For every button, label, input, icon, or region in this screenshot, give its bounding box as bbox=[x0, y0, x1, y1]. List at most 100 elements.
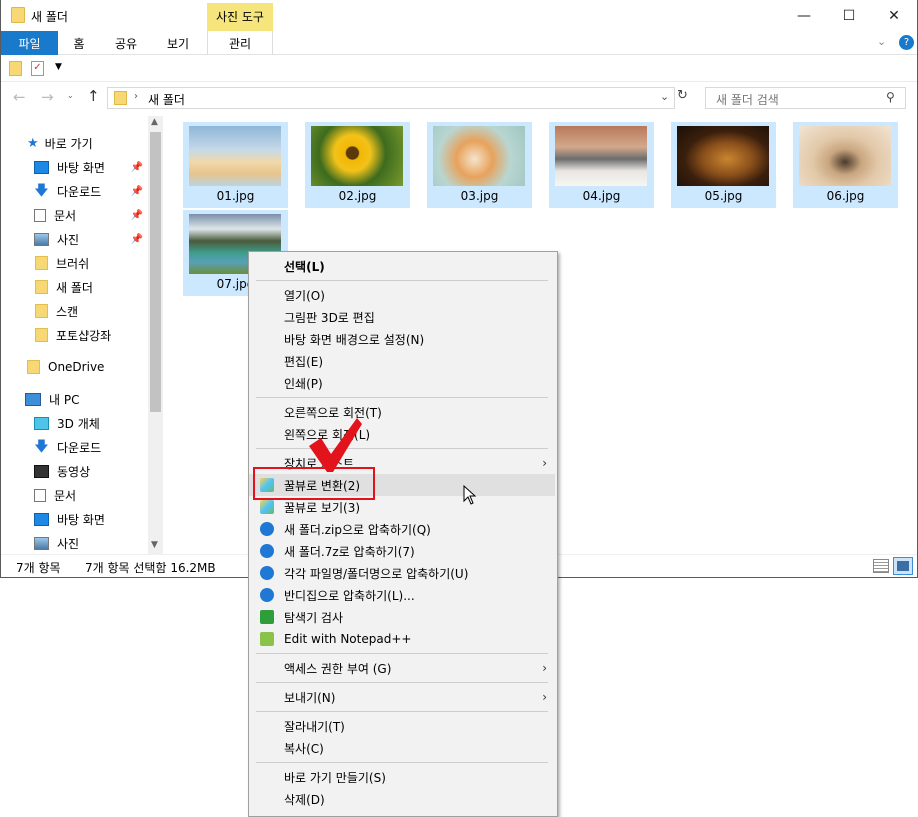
menu-item-label: 각각 파일명/폴더명으로 압축하기(U) bbox=[284, 566, 469, 581]
nav-item-label: 문서 bbox=[54, 488, 77, 503]
menu-item[interactable]: 복사(C) bbox=[249, 737, 557, 759]
menu-item[interactable]: 보내기(N) › bbox=[249, 686, 557, 708]
file-item[interactable]: 05.jpg bbox=[671, 122, 776, 208]
tab-home[interactable]: 홈 bbox=[60, 31, 98, 55]
menu-item[interactable]: 잘라내기(T) bbox=[249, 715, 557, 737]
nav-onedrive[interactable]: OneDrive bbox=[1, 355, 147, 379]
menu-separator bbox=[256, 762, 548, 763]
download-icon: 🡇 bbox=[34, 182, 49, 199]
customize-toolbar-icon[interactable]: ▼ bbox=[55, 62, 62, 72]
search-box[interactable]: 새 폴더 검색 ⚲ bbox=[705, 87, 906, 109]
address-dropdown-icon[interactable]: ⌄ bbox=[660, 90, 669, 103]
nav-item-videos[interactable]: 동영상 bbox=[1, 459, 147, 483]
menu-item-label: 복사(C) bbox=[284, 741, 324, 756]
menu-item-label: 삭제(D) bbox=[284, 792, 325, 807]
ribbon-expand-icon[interactable]: ⌄ bbox=[877, 35, 886, 48]
menu-separator bbox=[256, 448, 548, 449]
nav-item-pictures[interactable]: 사진 📌 bbox=[1, 227, 147, 251]
bandizip-icon bbox=[260, 544, 274, 558]
menu-item-label: 열기(O) bbox=[284, 288, 325, 303]
minimize-button[interactable]: — bbox=[781, 0, 827, 31]
menu-item[interactable]: 바로 가기 만들기(S) bbox=[249, 766, 557, 788]
file-item[interactable]: 04.jpg bbox=[549, 122, 654, 208]
file-name: 04.jpg bbox=[582, 189, 621, 203]
search-icon[interactable]: ⚲ bbox=[886, 90, 895, 104]
menu-item[interactable]: 새 폴더.zip으로 압축하기(Q) bbox=[249, 518, 557, 540]
file-item[interactable]: 03.jpg bbox=[427, 122, 532, 208]
address-bar[interactable]: › 새 폴더 ⌄ bbox=[107, 87, 675, 109]
nav-item-documents[interactable]: 문서 📌 bbox=[1, 203, 147, 227]
menu-item[interactable]: 이름 바꾸기(M) bbox=[249, 810, 557, 817]
nav-item-pc-pictures[interactable]: 사진 bbox=[1, 531, 147, 555]
menu-item[interactable]: 삭제(D) bbox=[249, 788, 557, 810]
menu-item-label: 그림판 3D로 편집 bbox=[284, 310, 375, 325]
menu-item[interactable]: 오른쪽으로 회전(T) bbox=[249, 401, 557, 423]
navigation-pane: ★ 바로 가기 바탕 화면 📌 🡇 다운로드 📌 문서 📌 사진 📌 브러쉬 새… bbox=[1, 116, 163, 554]
refresh-icon[interactable]: ↻ bbox=[677, 88, 693, 108]
menu-item[interactable]: 열기(O) bbox=[249, 284, 557, 306]
submenu-arrow-icon: › bbox=[542, 661, 547, 675]
quick-access-toolbar: ✓ ▼ bbox=[1, 56, 917, 82]
nav-item-photoshop[interactable]: 포토샵강좌 bbox=[1, 323, 147, 347]
file-item[interactable]: 06.jpg bbox=[793, 122, 898, 208]
title-bar[interactable]: 새 폴더 사진 도구 — ☐ ✕ bbox=[1, 0, 917, 31]
tab-manage[interactable]: 관리 bbox=[207, 31, 273, 55]
menu-item-label: 선택(L) bbox=[284, 259, 325, 274]
menu-item[interactable]: 액세스 권한 부여 (G) › bbox=[249, 657, 557, 679]
nav-item-label: 바탕 화면 bbox=[57, 160, 105, 175]
large-icons-view-icon[interactable] bbox=[893, 557, 913, 575]
tab-view[interactable]: 보기 bbox=[153, 31, 203, 55]
submenu-arrow-icon: › bbox=[542, 690, 547, 704]
nav-item-brush[interactable]: 브러쉬 bbox=[1, 251, 147, 275]
menu-item-label: 새 폴더.7z로 압축하기(7) bbox=[284, 544, 415, 559]
menu-item-label: 바탕 화면 배경으로 설정(N) bbox=[284, 332, 425, 347]
nav-item-pc-downloads[interactable]: 🡇 다운로드 bbox=[1, 435, 147, 459]
nav-item-new-folder[interactable]: 새 폴더 bbox=[1, 275, 147, 299]
nav-this-pc[interactable]: 내 PC bbox=[1, 387, 147, 411]
menu-item[interactable]: Edit with Notepad++ bbox=[249, 628, 557, 650]
menu-item[interactable]: 그림판 3D로 편집 bbox=[249, 306, 557, 328]
help-icon[interactable]: ? bbox=[899, 35, 914, 50]
menu-item[interactable]: 인쇄(P) bbox=[249, 372, 557, 394]
nav-item-label: 사진 bbox=[57, 232, 80, 247]
nav-item-downloads[interactable]: 🡇 다운로드 📌 bbox=[1, 179, 147, 203]
properties-icon[interactable]: ✓ bbox=[31, 61, 44, 76]
close-icon: ✕ bbox=[888, 7, 900, 24]
bandizip-icon bbox=[260, 522, 274, 536]
nav-item-3d-objects[interactable]: 3D 개체 bbox=[1, 411, 147, 435]
breadcrumb-current[interactable]: 새 폴더 bbox=[148, 91, 185, 108]
menu-item[interactable]: 바탕 화면 배경으로 설정(N) bbox=[249, 328, 557, 350]
maximize-button[interactable]: ☐ bbox=[826, 0, 872, 31]
close-button[interactable]: ✕ bbox=[871, 0, 917, 31]
file-item[interactable]: 01.jpg bbox=[183, 122, 288, 208]
nav-item-desktop[interactable]: 바탕 화면 📌 bbox=[1, 155, 147, 179]
nav-item-scan[interactable]: 스캔 bbox=[1, 299, 147, 323]
nav-onedrive-label: OneDrive bbox=[48, 360, 105, 374]
menu-item-label: 반디집으로 압축하기(L)... bbox=[284, 588, 415, 603]
file-item[interactable]: 02.jpg bbox=[305, 122, 410, 208]
menu-item-label: 보내기(N) bbox=[284, 690, 336, 705]
nav-quick-access[interactable]: ★ 바로 가기 bbox=[1, 131, 147, 155]
details-view-icon[interactable] bbox=[873, 559, 889, 573]
menu-item[interactable]: 탐색기 검사 bbox=[249, 606, 557, 628]
up-icon[interactable]: ↑ bbox=[87, 87, 100, 105]
menu-item[interactable]: 각각 파일명/폴더명으로 압축하기(U) bbox=[249, 562, 557, 584]
tab-file[interactable]: 파일 bbox=[1, 31, 58, 55]
menu-item[interactable]: 편집(E) bbox=[249, 350, 557, 372]
search-input[interactable]: 새 폴더 검색 bbox=[716, 91, 779, 108]
folder-icon[interactable] bbox=[9, 61, 22, 76]
scroll-down-icon[interactable]: ▼ bbox=[151, 540, 158, 550]
nav-scrollbar-thumb[interactable] bbox=[150, 132, 161, 412]
back-icon[interactable]: ← bbox=[13, 88, 26, 106]
forward-icon[interactable]: → bbox=[41, 88, 54, 106]
menu-item[interactable]: 왼쪽으로 회전(L) bbox=[249, 423, 557, 445]
menu-item[interactable]: 선택(L) bbox=[249, 255, 557, 277]
breadcrumb-chevron-icon[interactable]: › bbox=[134, 91, 138, 102]
menu-item[interactable]: 반디집으로 압축하기(L)... bbox=[249, 584, 557, 606]
tab-share[interactable]: 공유 bbox=[103, 31, 149, 55]
menu-item[interactable]: 새 폴더.7z로 압축하기(7) bbox=[249, 540, 557, 562]
nav-item-pc-desktop[interactable]: 바탕 화면 bbox=[1, 507, 147, 531]
scroll-up-icon[interactable]: ▲ bbox=[151, 117, 158, 127]
nav-item-pc-documents[interactable]: 문서 bbox=[1, 483, 147, 507]
recent-locations-icon[interactable]: ⌄ bbox=[67, 91, 74, 100]
